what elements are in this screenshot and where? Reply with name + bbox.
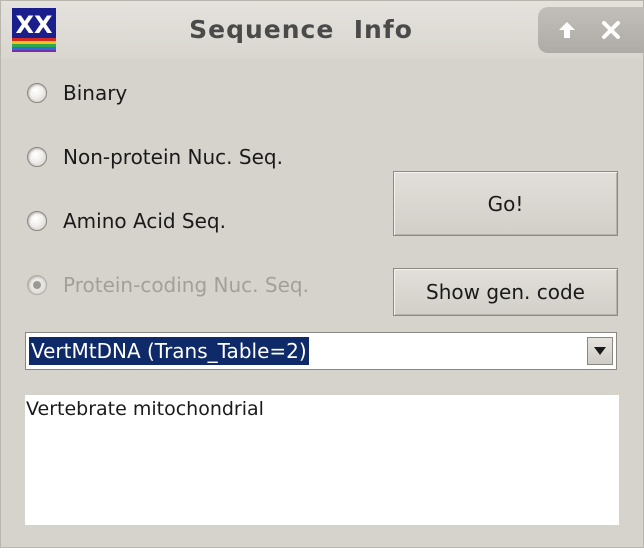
radio-binary[interactable]: Binary — [27, 79, 127, 107]
radio-circle[interactable] — [27, 83, 47, 103]
sequence-info-window: XX Sequence Info Binary Non-protein Nuc.… — [0, 0, 644, 548]
close-icon — [602, 21, 620, 39]
radio-amino-acid-seq[interactable]: Amino Acid Seq. — [27, 207, 226, 235]
genetic-code-selected-value: VertMtDNA (Trans_Table=2) — [29, 337, 309, 365]
radio-protein-coding-nuc-seq: Protein-coding Nuc. Seq. — [27, 271, 309, 299]
radio-circle — [27, 275, 47, 295]
radio-label: Amino Acid Seq. — [63, 209, 226, 233]
radio-label: Non-protein Nuc. Seq. — [63, 145, 283, 169]
radio-non-protein-nuc-seq[interactable]: Non-protein Nuc. Seq. — [27, 143, 283, 171]
app-icon: XX — [12, 8, 56, 52]
genetic-code-description[interactable]: Vertebrate mitochondrial — [25, 395, 619, 525]
svg-text:XX: XX — [15, 11, 53, 39]
close-button[interactable] — [596, 15, 626, 45]
arrow-up-icon — [559, 22, 575, 38]
chevron-down-icon — [594, 347, 606, 355]
radio-circle[interactable] — [27, 211, 47, 231]
radio-label: Binary — [63, 81, 128, 105]
title-controls — [538, 7, 644, 53]
genetic-code-select[interactable]: VertMtDNA (Trans_Table=2) — [25, 332, 617, 370]
title-bar[interactable]: XX Sequence Info — [1, 1, 644, 59]
window-title: Sequence Info — [189, 15, 413, 44]
dropdown-button[interactable] — [587, 337, 613, 365]
radio-circle[interactable] — [27, 147, 47, 167]
show-genetic-code-button[interactable]: Show gen. code — [393, 268, 618, 316]
radio-label: Protein-coding Nuc. Seq. — [63, 273, 309, 297]
go-button[interactable]: Go! — [393, 171, 618, 236]
maximize-button[interactable] — [552, 15, 582, 45]
